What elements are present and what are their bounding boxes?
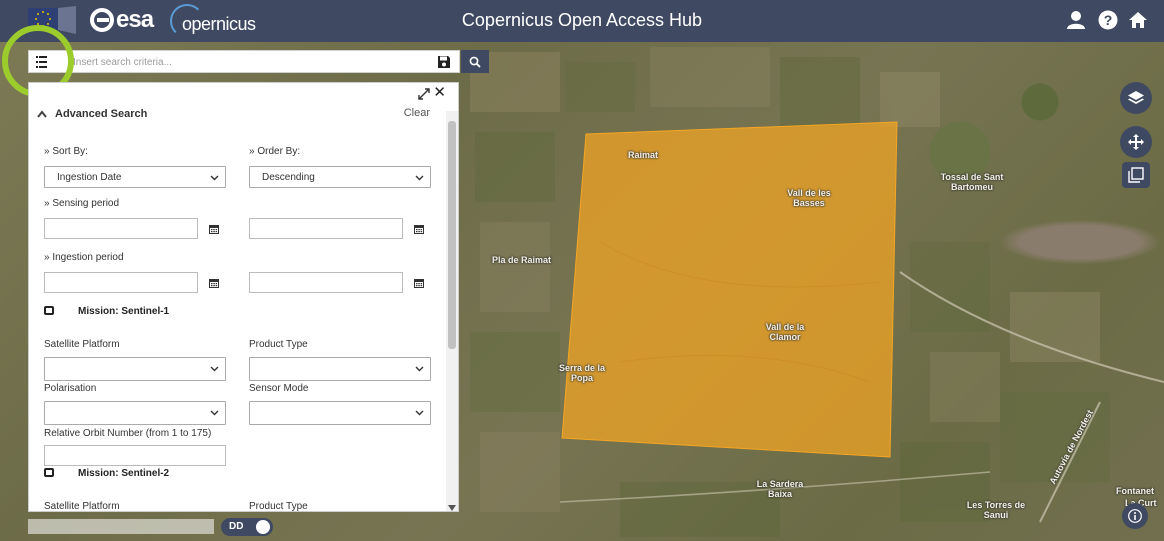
search-icon [469, 56, 481, 68]
calendar-icon[interactable] [209, 278, 219, 288]
map-label-tossal: Tossal de Sant Bartomeu [940, 172, 1004, 192]
sensor-mode-label: Sensor Mode [249, 383, 309, 394]
coordinates-display [28, 519, 214, 534]
sensor-mode-select[interactable] [249, 401, 431, 425]
ingestion-end-input[interactable] [249, 272, 403, 293]
ingestion-start-input[interactable] [44, 272, 198, 293]
sensing-end-input[interactable] [249, 218, 403, 239]
clear-button[interactable]: Clear [404, 107, 430, 119]
user-icon[interactable] [1066, 10, 1086, 30]
s2-satellite-platform-label: Satellite Platform [44, 501, 120, 512]
pan-button[interactable] [1120, 126, 1152, 158]
toggle-knob [256, 520, 270, 534]
info-icon [1128, 509, 1142, 523]
order-by-select[interactable]: Descending [249, 166, 431, 188]
map-label-sardera: La Sardera Baixa [756, 479, 804, 499]
s1-satellite-platform-label: Satellite Platform [44, 339, 120, 350]
map-label-pla-raimat: Pla de Raimat [492, 255, 552, 265]
top-bar: esa opernicus Copernicus Open Access Hub… [0, 0, 1164, 42]
expand-icon[interactable] [418, 87, 430, 100]
search-button[interactable] [461, 50, 489, 73]
close-icon[interactable]: ✕ [433, 85, 446, 100]
search-bar [28, 50, 460, 73]
scrollbar-thumb[interactable] [448, 121, 456, 349]
help-icon[interactable]: ? [1098, 10, 1118, 30]
copernicus-logo: opernicus [170, 4, 260, 38]
calendar-icon[interactable] [414, 278, 424, 288]
panel-scrollbar[interactable] [446, 111, 458, 511]
advanced-search-header[interactable]: Advanced Search [37, 108, 147, 120]
relative-orbit-input[interactable] [44, 445, 226, 466]
svg-text:?: ? [1104, 12, 1113, 28]
sentinel-2-label: Mission: Sentinel-2 [78, 468, 170, 479]
s2-product-type-label: Product Type [249, 501, 308, 512]
sensing-start-input[interactable] [44, 218, 198, 239]
chevron-down-icon [415, 175, 424, 181]
chevron-down-icon [210, 175, 219, 181]
sentinel-2-checkbox[interactable] [44, 468, 54, 477]
scroll-down-arrow-icon [448, 505, 456, 511]
map-label-raimat: Raimat [628, 150, 659, 160]
sort-by-label: » Sort By: [44, 146, 88, 157]
info-button[interactable] [1122, 503, 1148, 529]
chevron-down-icon [415, 366, 424, 372]
layers-icon [1128, 91, 1144, 104]
ingestion-period-label: » Ingestion period [44, 252, 124, 263]
relative-orbit-label: Relative Orbit Number (from 1 to 175) [44, 428, 212, 439]
map-label-fontanet: Fontanet [1116, 486, 1154, 496]
map-label-vall-basses: Vall de les Basses [787, 188, 831, 208]
s1-satellite-platform-select[interactable] [44, 357, 226, 381]
eu-logo [28, 6, 76, 34]
s1-product-type-select[interactable] [249, 357, 431, 381]
sentinel-1-checkbox[interactable] [44, 306, 54, 315]
save-search-icon[interactable] [437, 55, 451, 69]
advanced-search-title: Advanced Search [55, 108, 148, 120]
sentinel-1-label: Mission: Sentinel-1 [78, 306, 170, 317]
select-area-icon [1128, 167, 1144, 183]
coordinate-format-toggle[interactable]: DD [221, 518, 273, 536]
s1-product-type-label: Product Type [249, 339, 308, 350]
home-icon[interactable] [1128, 10, 1148, 30]
calendar-icon[interactable] [414, 224, 424, 234]
move-icon [1128, 134, 1144, 150]
coordinate-format-label: DD [229, 521, 244, 532]
map-label-serra-popa: Serra de la Popa [558, 363, 606, 383]
polarisation-label: Polarisation [44, 383, 97, 394]
chevron-down-icon [415, 410, 424, 416]
select-area-button[interactable] [1122, 162, 1150, 188]
sensing-period-label: » Sensing period [44, 198, 120, 209]
polarisation-select[interactable] [44, 401, 226, 425]
advanced-search-panel: ✕ Advanced Search Clear » Sort By: » Ord… [28, 82, 459, 512]
chevron-up-icon [37, 110, 47, 118]
chevron-down-icon [210, 366, 219, 372]
calendar-icon[interactable] [209, 224, 219, 234]
map-label-torres: Les Torres de Sanui [966, 500, 1026, 520]
layers-button[interactable] [1120, 82, 1152, 114]
esa-logo: esa [90, 6, 154, 33]
map-label-vall-clamor: Vall de la Clamor [765, 322, 805, 342]
advanced-search-toggle-icon[interactable] [33, 54, 49, 70]
sort-by-select[interactable]: Ingestion Date [44, 166, 226, 188]
chevron-down-icon [210, 410, 219, 416]
search-input[interactable] [73, 53, 433, 71]
order-by-label: » Order By: [249, 146, 301, 157]
